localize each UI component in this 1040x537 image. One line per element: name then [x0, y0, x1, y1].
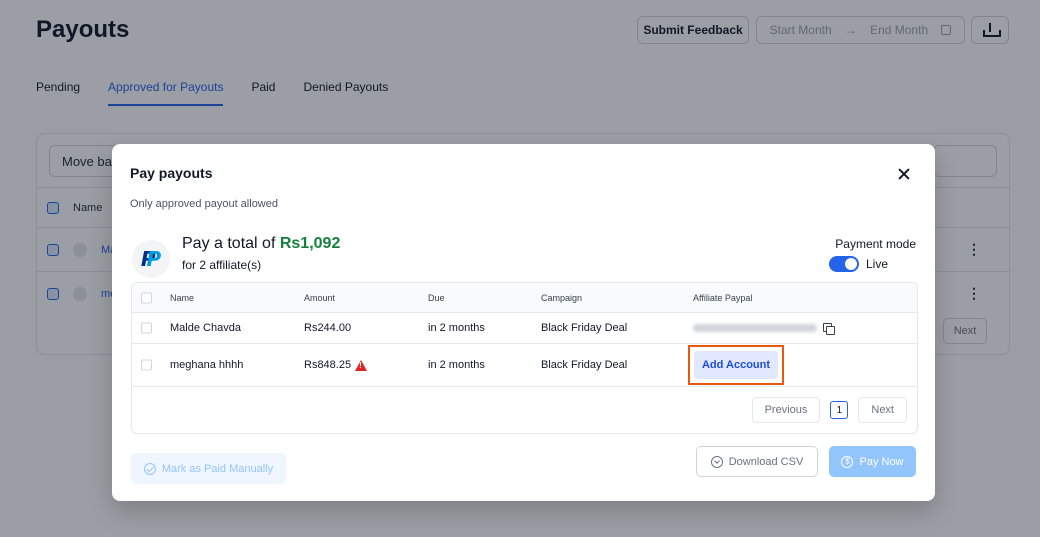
total-prefix: Pay a total of [182, 235, 280, 252]
payout-campaign: Black Friday Deal [541, 359, 628, 371]
check-circle-icon [143, 462, 156, 475]
previous-page-button[interactable]: Previous [751, 397, 821, 423]
payout-campaign: Black Friday Deal [541, 322, 628, 334]
masked-paypal-email [693, 324, 817, 333]
current-page[interactable]: 1 [830, 401, 849, 419]
table-row: meghana hhhh Rs848.25 in 2 months Black … [132, 344, 917, 387]
download-icon [710, 455, 723, 468]
payout-due: in 2 months [428, 359, 485, 371]
row-checkbox[interactable] [141, 322, 152, 334]
warning-icon [355, 359, 368, 371]
affiliate-name: Malde Chavda [170, 322, 241, 334]
close-icon[interactable] [897, 167, 911, 181]
affiliate-count: for 2 affiliate(s) [182, 258, 262, 272]
add-account-highlight: Add Account [688, 345, 784, 385]
affiliate-name: meghana hhhh [170, 359, 244, 371]
payment-mode-label: Payment mode [835, 237, 916, 251]
payment-mode-toggle[interactable] [829, 256, 859, 272]
download-csv-label: Download CSV [728, 455, 804, 468]
row-checkbox[interactable] [141, 359, 152, 371]
payouts-table: Name Amount Due Campaign Affiliate Paypa… [131, 282, 918, 434]
pay-now-button[interactable]: $ Pay Now [829, 446, 916, 477]
payout-due: in 2 months [428, 322, 485, 334]
download-csv-button[interactable]: Download CSV [696, 446, 818, 477]
copy-icon[interactable] [823, 322, 835, 335]
affiliate-paypal [693, 322, 835, 335]
column-header-affiliate-paypal: Affiliate Paypal [693, 292, 753, 303]
table-header-row: Name Amount Due Campaign Affiliate Paypa… [132, 283, 917, 313]
table-row: Malde Chavda Rs244.00 in 2 months Black … [132, 313, 917, 344]
payout-amount: Rs848.25 [304, 359, 352, 371]
dollar-icon: $ [841, 455, 854, 468]
payout-total: Pay a total of Rs1,092 [182, 235, 340, 253]
paypal-icon: PP [132, 240, 170, 278]
pagination: Previous 1 Next [751, 397, 907, 423]
pay-payouts-modal: Pay payouts Only approved payout allowed… [112, 144, 935, 501]
mark-as-paid-manually-button[interactable]: Mark as Paid Manually [131, 453, 286, 484]
pay-now-label: Pay Now [859, 455, 904, 468]
modal-title: Pay payouts [130, 165, 213, 181]
select-all-checkbox[interactable] [141, 292, 152, 303]
modal-subtitle: Only approved payout allowed [130, 198, 278, 210]
payment-mode-value: Live [866, 257, 889, 271]
add-account-button[interactable]: Add Account [694, 351, 778, 379]
mark-paid-label: Mark as Paid Manually [161, 462, 274, 475]
column-header-due: Due [428, 292, 445, 303]
column-header-campaign: Campaign [541, 292, 583, 303]
next-page-button[interactable]: Next [858, 397, 907, 423]
total-amount: Rs1,092 [279, 235, 341, 252]
payout-amount-cell: Rs848.25 [304, 359, 368, 371]
payout-amount: Rs244.00 [304, 322, 352, 334]
column-header-amount: Amount [304, 292, 336, 303]
column-header-name: Name [170, 292, 195, 303]
